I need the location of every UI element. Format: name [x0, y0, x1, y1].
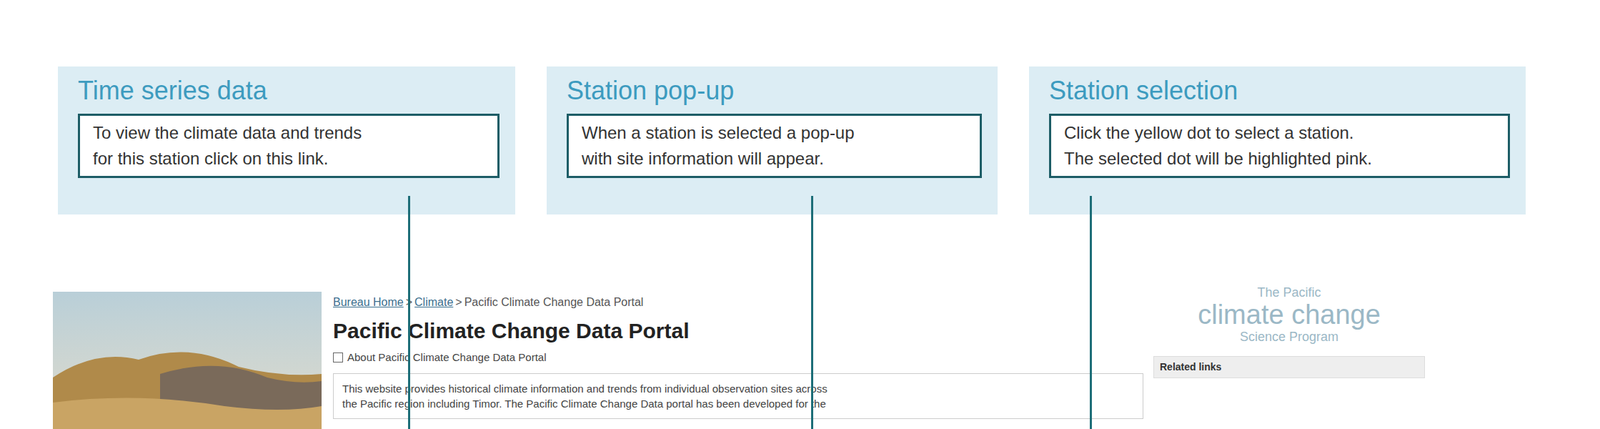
- intro-box: This website provides historical climate…: [333, 373, 1144, 419]
- portal-screenshot: Bureau Home>Climate>Pacific Climate Chan…: [0, 284, 1600, 429]
- breadcrumb-text: Pacific Climate Change Data Portal: [464, 294, 644, 311]
- callout-title: Time series data: [77, 75, 500, 107]
- callout-text: To view the climate data and trends: [92, 120, 485, 146]
- callout-title: Station selection: [1049, 75, 1510, 107]
- breadcrumb-text: >: [455, 294, 462, 311]
- related-links-title: Related links: [1154, 356, 1425, 378]
- callout-text: for this station click on this link.: [92, 145, 485, 172]
- intro-text: This website provides historical climate…: [342, 380, 1135, 396]
- connector-line: [408, 195, 411, 429]
- about-link[interactable]: About Pacific Climate Change Data Portal: [333, 350, 1144, 365]
- callout-row: Time series data To view the climate data…: [0, 0, 1600, 215]
- callout-title: Station pop-up: [566, 75, 982, 107]
- landscape-photo: [52, 291, 322, 429]
- callout-text: with site information will appear.: [581, 145, 967, 172]
- callout-panel: Station pop-up When a station is selected…: [546, 66, 998, 215]
- hills-icon: [52, 334, 322, 429]
- callout-text: The selected dot will be highlighted pin…: [1064, 145, 1495, 172]
- callout-box: Click the yellow dot to select a station…: [1049, 113, 1510, 178]
- callout-panel: Station selection Click the yellow dot to…: [1029, 66, 1526, 215]
- program-logo: The Pacificclimate changeScience Program: [1153, 284, 1425, 345]
- connector-line: [1089, 195, 1092, 429]
- callout-text: When a station is selected a pop-up: [581, 120, 967, 146]
- callout-text: Click the yellow dot to select a station…: [1064, 120, 1495, 146]
- portal-sidebar: The Pacificclimate changeScience Program…: [1153, 284, 1425, 429]
- page-title: Pacific Climate Change Data Portal: [333, 317, 1144, 345]
- info-icon: [333, 352, 344, 363]
- annotated-screenshot: Time series data To view the climate data…: [0, 0, 1600, 429]
- breadcrumb-link[interactable]: Climate: [414, 294, 454, 311]
- callout-box: To view the climate data and trendsfor t…: [77, 113, 500, 178]
- connector-line: [811, 195, 814, 429]
- intro-text: the Pacific region including Timor. The …: [342, 395, 1135, 411]
- breadcrumb: Bureau Home>Climate>Pacific Climate Chan…: [333, 294, 1144, 311]
- callout-panel: Time series data To view the climate data…: [57, 66, 516, 215]
- breadcrumb-link[interactable]: Bureau Home: [333, 294, 404, 311]
- portal-main: Bureau Home>Climate>Pacific Climate Chan…: [321, 284, 1144, 429]
- related-links: Related links: [1153, 355, 1425, 379]
- callout-box: When a station is selected a pop-upwith …: [566, 113, 982, 178]
